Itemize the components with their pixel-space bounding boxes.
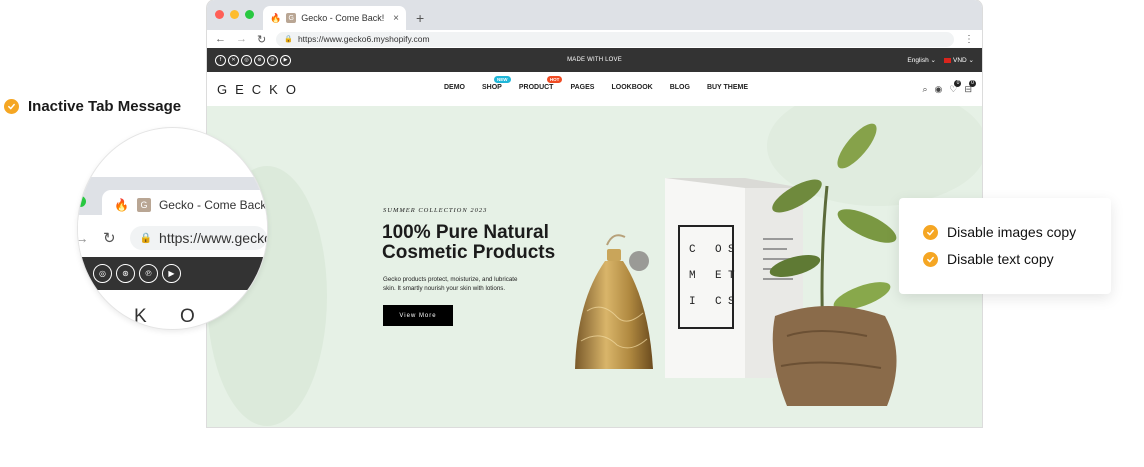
nav-lookbook[interactable]: LOOKBOOK <box>611 84 652 91</box>
gold-bottle-image <box>575 234 653 369</box>
currency-label: VND <box>953 57 967 64</box>
svg-text:M: M <box>689 270 696 282</box>
more-menu-icon[interactable]: ⋮ <box>964 34 974 45</box>
screenshot-stage: Inactive Tab Message 🔥 G Gecko - Come Ba… <box>0 0 1144 467</box>
nav-label: LOOKBOOK <box>611 84 653 91</box>
feature-row: Disable images copy <box>923 224 1111 240</box>
inactive-tab-callout: Inactive Tab Message <box>4 98 181 115</box>
hero-banner: SUMMER COLLECTION 2023 100% Pure Natural… <box>207 106 982 427</box>
copy-protection-card: Disable images copy Disable text copy <box>899 198 1111 294</box>
fire-icon: 🔥 <box>114 198 129 212</box>
nav-label: DEMO <box>444 84 465 91</box>
wishlist-icon[interactable]: ♡ 0 <box>949 79 962 95</box>
cart-icon[interactable]: ⊟ 0 <box>964 79 976 95</box>
nav-demo[interactable]: DEMO <box>444 84 465 91</box>
box-letter-c: C <box>689 244 696 256</box>
view-more-button[interactable]: View More <box>383 305 453 326</box>
reload-icon: ↻ <box>103 230 116 247</box>
language-select[interactable]: English ⌄ <box>907 56 936 64</box>
check-icon <box>4 99 19 114</box>
svg-text:T: T <box>728 270 735 282</box>
wishlist-count: 0 <box>954 79 962 87</box>
browser-toolbar: ← → ↻ 🔒 https://www.gecko6.myshopify.com… <box>207 30 982 48</box>
nav-label: PAGES <box>570 84 595 91</box>
feature-label: Disable images copy <box>947 224 1077 240</box>
nav-label: BUY THEME <box>706 84 749 91</box>
forward-arrow-icon[interactable]: → <box>236 33 247 45</box>
zoom-announcement-bar: ◎ ⊛ ℗ ▶ <box>78 257 267 290</box>
vietnam-flag-icon <box>944 57 951 63</box>
browser-tab-bar: 🔥 G Gecko - Come Back! × + <box>207 0 982 30</box>
favicon: G <box>136 198 151 212</box>
callout-label: Inactive Tab Message <box>28 98 182 115</box>
zoom-address-bar: 🔒 https://www.gecko <box>129 226 267 250</box>
zoom-toolbar: → ↻ 🔒 https://www.gecko <box>78 220 267 256</box>
nav-label: BLOG <box>669 84 690 91</box>
account-icon[interactable]: ◉ <box>935 84 943 95</box>
language-label: English <box>907 57 929 64</box>
hero-description: Gecko products protect, moisturize, and … <box>383 276 558 293</box>
lock-icon: 🔒 <box>284 36 293 43</box>
svg-text:S: S <box>728 244 735 256</box>
feature-label: Disable text copy <box>947 251 1054 267</box>
site-header: GECKO DEMO SHOP NEW PRODUCT HOT PAGES LOOK… <box>207 72 982 106</box>
announcement-text: MADE WITH LOVE <box>567 57 622 63</box>
forward-arrow-icon: → <box>78 230 89 247</box>
tab-title: Gecko - Come Back! <box>301 13 385 23</box>
instagram-icon: ◎ <box>93 264 112 283</box>
zoom-browser-tab: 🔥 G Gecko - Come Back! <box>102 190 268 220</box>
nav-label: SHOP <box>482 84 502 91</box>
zoom-logo: K O <box>134 306 209 327</box>
tab-close-button[interactable]: × <box>393 13 399 24</box>
header-icons: ⌕ ◉ ♡ 0 ⊟ 0 <box>922 79 976 95</box>
check-icon <box>923 251 938 267</box>
search-icon[interactable]: ⌕ <box>922 84 927 95</box>
address-bar[interactable]: 🔒 https://www.gecko6.myshopify.com <box>276 31 954 47</box>
nav-product[interactable]: PRODUCT HOT <box>518 76 563 91</box>
lock-icon: 🔒 <box>139 232 153 244</box>
pinterest-icon: ℗ <box>139 264 158 283</box>
svg-text:I: I <box>689 296 696 308</box>
new-tab-button[interactable]: + <box>416 10 424 26</box>
fire-icon: 🔥 <box>270 12 282 23</box>
nav-pages[interactable]: PAGES <box>570 84 594 91</box>
svg-text:O: O <box>715 244 722 256</box>
nav-buy-theme[interactable]: BUY THEME <box>707 84 748 91</box>
announcement-bar: f ✕ ◎ ⊛ ℗ ▶ MADE WITH LOVE English ⌄ VND… <box>207 48 982 72</box>
address-url: https://www.gecko6.myshopify.com <box>297 34 430 44</box>
youtube-icon: ▶ <box>162 264 181 283</box>
magnifier-zoom: 🔥 G Gecko - Come Back! → ↻ 🔒 https://www… <box>77 127 268 330</box>
browser-window: 🔥 G Gecko - Come Back! × + ← → ↻ 🔒 https… <box>207 0 982 427</box>
cart-count: 0 <box>969 79 976 87</box>
feature-row: Disable text copy <box>923 251 1111 267</box>
maximize-window-button[interactable] <box>245 10 254 19</box>
back-arrow-icon[interactable]: ← <box>215 33 226 45</box>
hero-subtitle: SUMMER COLLECTION 2023 <box>383 207 488 214</box>
dribbble-icon: ⊛ <box>116 264 135 283</box>
hero-desc-line: skin. It smartly nourish your skin with … <box>383 284 506 292</box>
nav-shop[interactable]: SHOP NEW <box>482 76 511 91</box>
currency-select[interactable]: VND ⌄ <box>944 56 974 64</box>
minimize-window-button[interactable] <box>230 10 239 19</box>
check-icon <box>923 224 938 240</box>
svg-text:S: S <box>728 296 735 308</box>
hot-badge: HOT <box>546 76 563 83</box>
svg-text:E: E <box>715 270 722 282</box>
svg-text:C: C <box>715 296 722 308</box>
nav-blog[interactable]: BLOG <box>670 84 690 91</box>
site-logo[interactable]: GECKO <box>217 82 304 97</box>
new-badge: NEW <box>494 76 511 83</box>
main-nav: DEMO SHOP NEW PRODUCT HOT PAGES LOOKBOOK B… <box>444 76 748 91</box>
reload-icon[interactable]: ↻ <box>257 33 266 46</box>
locale-switchers: English ⌄ VND ⌄ <box>907 56 974 64</box>
hero-desc-line: Gecko products protect, moisturize, and … <box>383 276 518 283</box>
nav-label: PRODUCT <box>518 84 554 91</box>
zoom-address-url: https://www.gecko <box>159 230 267 246</box>
browser-tab[interactable]: 🔥 G Gecko - Come Back! × <box>263 6 406 30</box>
close-window-button[interactable] <box>215 10 224 19</box>
favicon: G <box>286 13 297 23</box>
zoom-tab-title: Gecko - Come Back! <box>158 198 268 212</box>
traffic-lights <box>215 10 254 19</box>
